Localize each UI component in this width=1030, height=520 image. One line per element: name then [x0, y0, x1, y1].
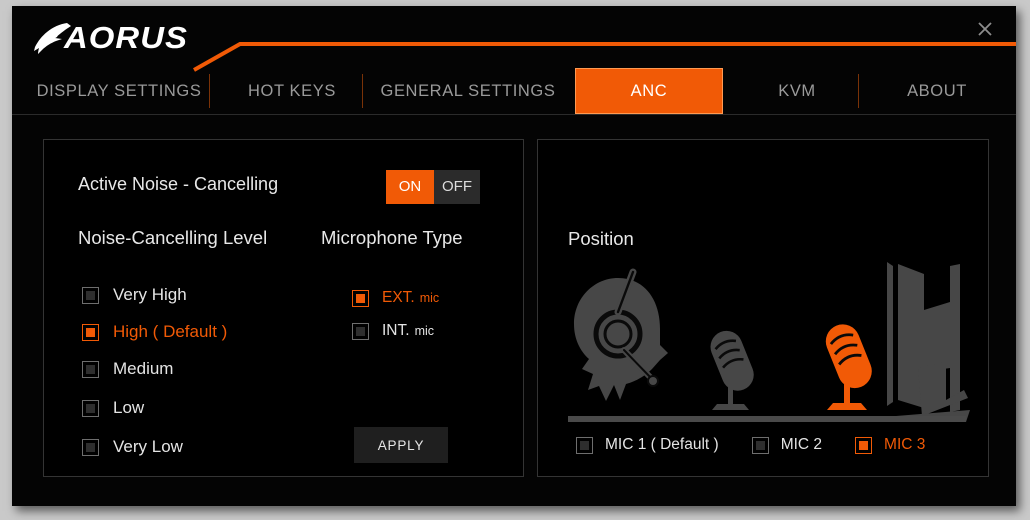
- anc-toggle-on[interactable]: ON: [386, 170, 434, 204]
- anc-label: Active Noise - Cancelling: [78, 174, 279, 194]
- close-icon[interactable]: [970, 14, 1000, 44]
- option-label: MIC 3: [884, 436, 926, 453]
- option-label: EXT.: [382, 289, 415, 306]
- option-sublabel: mic: [419, 291, 440, 305]
- noise-cancelling-level-title: Noise-Cancelling Level: [78, 227, 268, 248]
- option-sublabel: mic: [414, 324, 435, 338]
- checkbox-icon[interactable]: [751, 436, 769, 454]
- checkbox-icon[interactable]: [576, 436, 593, 454]
- checkbox-icon[interactable]: [352, 289, 369, 307]
- mic-3-icon: [825, 324, 872, 410]
- anc-toggle-off[interactable]: OFF: [434, 170, 480, 204]
- tab-about[interactable]: ABOUT: [867, 68, 1007, 114]
- tab-separator: [858, 74, 859, 108]
- checkbox-icon[interactable]: [82, 360, 99, 378]
- mic-position-panel: Position MIC 1 (Default) MIC 2 MIC 3: [537, 139, 989, 477]
- tab-separator: [209, 74, 210, 108]
- aorus-logo: AORUS: [34, 20, 224, 62]
- checkbox-icon[interactable]: [82, 399, 99, 417]
- mic-position-option-3[interactable]: MIC 3: [855, 436, 925, 454]
- option-label: MIC 1 ( Default ): [605, 436, 719, 453]
- brand-text: AORUS: [64, 20, 188, 55]
- checkbox-icon[interactable]: [352, 322, 369, 340]
- monitor-icon: [887, 262, 970, 422]
- option-label: High ( Default ): [113, 322, 228, 341]
- checkbox-icon[interactable]: [855, 436, 873, 454]
- option-label: Low: [113, 398, 145, 417]
- option-label: Very High: [113, 285, 187, 304]
- aorus-control-window: AORUS DISPLAY SETTINGS HOT KEYS GENERAL …: [12, 6, 1016, 506]
- position-title: Position: [568, 228, 634, 249]
- option-label: INT.: [382, 322, 410, 339]
- noise-level-option-very-high[interactable]: Very High: [82, 285, 187, 305]
- option-label: Medium: [113, 359, 174, 378]
- mic-position-illustration: [574, 262, 970, 422]
- tab-bar: DISPLAY SETTINGS HOT KEYS GENERAL SETTIN…: [12, 68, 1016, 114]
- checkbox-icon[interactable]: [82, 438, 99, 456]
- tab-display-settings[interactable]: DISPLAY SETTINGS: [24, 68, 214, 114]
- mic-position-option-1[interactable]: MIC 1 ( Default ): [576, 436, 719, 454]
- tab-kvm[interactable]: KVM: [732, 68, 862, 114]
- headset-person-icon: [574, 268, 668, 401]
- tab-hot-keys[interactable]: HOT KEYS: [217, 68, 367, 114]
- checkbox-icon[interactable]: [82, 323, 99, 341]
- noise-level-option-low[interactable]: Low: [82, 398, 144, 418]
- title-bar: AORUS: [12, 6, 1016, 72]
- option-label: Very Low: [113, 437, 183, 456]
- microphone-type-title: Microphone Type: [321, 227, 463, 248]
- mic-type-option-ext[interactable]: EXT. mic: [352, 289, 439, 307]
- mic-position-options: MIC 1 ( Default ) MIC 2 MIC 3: [576, 436, 925, 454]
- mic-position-option-2[interactable]: MIC 2: [751, 436, 823, 454]
- noise-level-option-high-default[interactable]: High ( Default ): [82, 322, 227, 342]
- checkbox-icon[interactable]: [82, 286, 99, 304]
- noise-level-option-very-low[interactable]: Very Low: [82, 437, 183, 457]
- mic-2-icon: [710, 330, 754, 410]
- option-label: MIC 2: [780, 436, 823, 453]
- tab-anc[interactable]: ANC: [575, 68, 723, 114]
- tab-separator: [362, 74, 363, 108]
- tab-bar-underline: [12, 114, 1016, 115]
- noise-level-option-medium[interactable]: Medium: [82, 359, 173, 379]
- anc-settings-panel: Active Noise - Cancelling ON OFF Noise-C…: [43, 139, 524, 477]
- apply-button[interactable]: APPLY: [354, 427, 448, 463]
- tab-general-settings[interactable]: GENERAL SETTINGS: [370, 68, 566, 114]
- desk-surface-line: [568, 416, 966, 422]
- mic-type-option-int[interactable]: INT. mic: [352, 322, 434, 340]
- anc-toggle[interactable]: ON OFF: [386, 170, 480, 204]
